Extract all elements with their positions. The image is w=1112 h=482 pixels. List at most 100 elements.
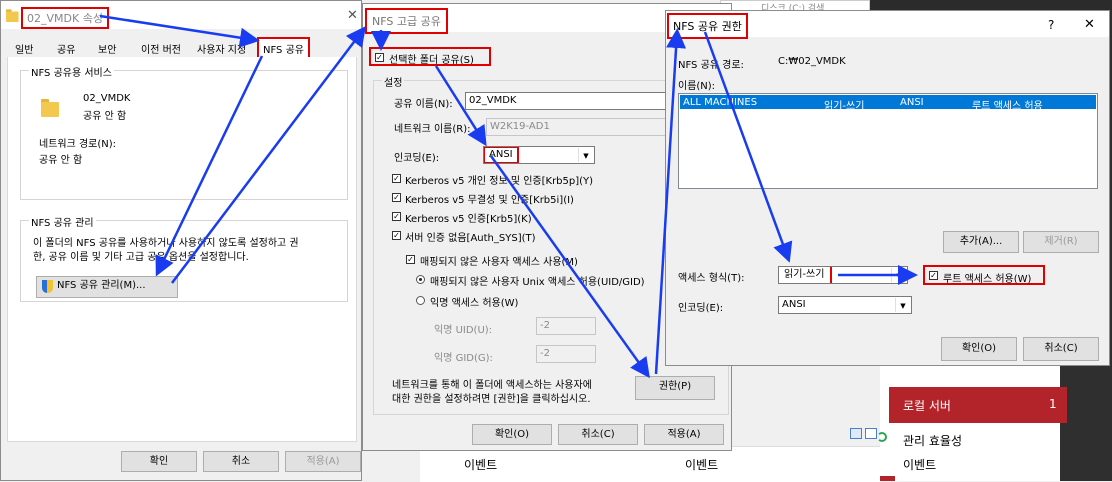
krb5p-checkbox[interactable]: ✓ xyxy=(392,174,401,183)
events-text-right: 이벤트 xyxy=(903,458,937,472)
background-topbar xyxy=(860,0,1112,10)
advanced-ok-button[interactable]: 확인(O) xyxy=(472,424,552,445)
settings-group-label: 설정 xyxy=(382,74,405,89)
root-access-checkbox-row[interactable]: ✓ 루트 액세스 허용(W) xyxy=(923,265,1045,285)
list-item[interactable]: ALL MACHINES 읽기-쓰기 ANSI 루트 액세스 허용 xyxy=(680,95,1096,112)
share-name-label: 공유 이름(N): xyxy=(394,99,453,110)
properties-panel: NFS 공유용 서비스 02_VMDK 공유 안 함 네트워크 경로(N): 공… xyxy=(7,57,357,442)
permissions-description-line1: 네트워크를 통해 이 폴더에 액세스하는 사용자에 xyxy=(392,380,592,391)
chevron-down-icon[interactable]: ▼ xyxy=(891,268,906,282)
chevron-down-icon[interactable]: ▼ xyxy=(895,298,910,312)
shield-icon xyxy=(42,280,53,293)
folder-icon xyxy=(41,97,59,117)
properties-ok-button[interactable]: 확인 xyxy=(121,451,197,472)
anonymous-access-radio[interactable] xyxy=(416,296,425,305)
properties-apply-button[interactable]: 적용(A) xyxy=(285,451,361,472)
row-root-access: 루트 액세스 허용 xyxy=(972,101,1043,112)
folder-status: 공유 안 함 xyxy=(83,111,127,122)
advanced-cancel-button[interactable]: 취소(C) xyxy=(558,424,638,445)
anon-uid-label: 익명 UID(U): xyxy=(434,325,493,336)
unmapped-access-label: 매핑되지 않은 사용자 액세스 사용(M) xyxy=(420,257,578,268)
nfs-permissions-title: NFS 공유 권한 xyxy=(667,13,748,39)
tab-previous-versions[interactable]: 이전 버전 xyxy=(141,41,181,56)
root-access-label: 루트 액세스 허용(W) xyxy=(943,274,1032,285)
row-encoding: ANSI xyxy=(900,97,924,108)
krb5-label: Kerberos v5 인증[Krb5](K) xyxy=(405,214,532,225)
events-text-b: 이벤트 xyxy=(685,458,719,472)
network-path-label: 네트워크 경로(N): xyxy=(39,139,117,150)
auth-sys-label: 서버 인증 없음[Auth_SYS](T) xyxy=(405,233,536,244)
view-toggle-icons[interactable] xyxy=(850,428,880,440)
help-icon[interactable]: ? xyxy=(1048,18,1054,32)
access-type-select[interactable]: 읽기-쓰기 ▼ xyxy=(778,266,908,284)
properties-title: 02_VMDK 속성 xyxy=(21,7,109,29)
permissions-cancel-button[interactable]: 취소(C) xyxy=(1023,337,1099,361)
properties-cancel-button[interactable]: 취소 xyxy=(203,451,279,472)
properties-window: 02_VMDK 속성 ✕ 일반 공유 보안 이전 버전 사용자 지정 NFS 공… xyxy=(0,0,362,481)
add-button[interactable]: 추가(A)... xyxy=(943,231,1019,253)
share-folder-checkbox-row[interactable]: ✓ 선택한 폴더 공유(S) xyxy=(369,47,491,66)
network-path-value: 공유 안 함 xyxy=(39,155,83,166)
root-access-checkbox[interactable]: ✓ xyxy=(929,271,938,280)
nfs-service-group: NFS 공유용 서비스 02_VMDK 공유 안 함 네트워크 경로(N): 공… xyxy=(20,64,348,200)
unix-access-label: 매핑되지 않은 사용자 Unix 액세스 허용(UID/GID) xyxy=(430,277,645,288)
share-path-label: NFS 공유 경로: xyxy=(678,60,744,71)
nfs-service-group-label: NFS 공유용 서비스 xyxy=(29,64,114,79)
tab-strip: 일반 공유 보안 이전 버전 사용자 지정 NFS 공유 xyxy=(7,37,357,60)
mgmt-efficiency-text: 관리 효율성 xyxy=(903,434,963,448)
nfs-mgmt-group-label: NFS 공유 관리 xyxy=(29,214,96,229)
krb5-checkbox[interactable]: ✓ xyxy=(392,212,401,221)
remove-button: 제거(R) xyxy=(1023,231,1099,253)
krb5i-label: Kerberos v5 무결성 및 인증[Krb5i](I) xyxy=(405,195,574,206)
anonymous-access-label: 익명 액세스 허용(W) xyxy=(430,298,519,309)
row-access: 읽기-쓰기 xyxy=(824,101,865,112)
nfs-permissions-titlebar: NFS 공유 권한 ? ✕ xyxy=(666,11,1109,39)
unmapped-access-checkbox[interactable]: ✓ xyxy=(406,255,415,264)
folder-name: 02_VMDK xyxy=(83,93,131,104)
access-type-value: 읽기-쓰기 xyxy=(779,267,833,283)
share-folder-checkbox[interactable]: ✓ xyxy=(375,53,384,62)
properties-titlebar: 02_VMDK 속성 ✕ xyxy=(1,1,361,29)
tab-security[interactable]: 보안 xyxy=(98,41,116,56)
local-server-label: 로컬 서버 xyxy=(903,399,951,413)
encoding-label: 인코딩(E): xyxy=(394,153,440,164)
local-server-count: 1 xyxy=(1049,397,1057,411)
tab-customize[interactable]: 사용자 지정 xyxy=(197,41,246,56)
perm-encoding-value: ANSI xyxy=(782,299,806,310)
permissions-ok-button[interactable]: 확인(O) xyxy=(941,337,1017,361)
nfs-share-management-button[interactable]: NFS 공유 관리(M)... xyxy=(36,276,178,298)
tab-sharing[interactable]: 공유 xyxy=(57,41,75,56)
encoding-select[interactable]: ANSI ▼ xyxy=(483,146,595,164)
chevron-down-icon[interactable]: ▼ xyxy=(578,148,593,162)
detail-view-icon[interactable] xyxy=(865,428,877,439)
permissions-button[interactable]: 권한(P) xyxy=(635,376,715,400)
advanced-apply-button[interactable]: 적용(A) xyxy=(644,424,724,445)
nfs-mgmt-group: NFS 공유 관리 이 폴더의 NFS 공유를 사용하거나 사용하지 않도록 설… xyxy=(20,214,348,302)
close-icon[interactable]: ✕ xyxy=(1084,17,1095,32)
krb5p-label: Kerberos v5 개인 정보 및 인증[Krb5p](Y) xyxy=(405,176,594,187)
share-folder-label: 선택한 폴더 공유(S) xyxy=(389,55,474,66)
krb5i-checkbox[interactable]: ✓ xyxy=(392,193,401,202)
anon-gid-input: -2 xyxy=(536,345,596,363)
anon-uid-input: -2 xyxy=(536,317,596,335)
events-text-a: 이벤트 xyxy=(464,458,498,472)
auth-sys-checkbox[interactable]: ✓ xyxy=(392,231,401,240)
local-server-tile[interactable]: 로컬 서버 1 xyxy=(889,387,1067,423)
names-list[interactable]: ALL MACHINES 읽기-쓰기 ANSI 루트 액세스 허용 xyxy=(678,93,1098,189)
share-path-value: C:₩02_VMDK xyxy=(778,56,846,67)
folder-title-icon xyxy=(6,8,19,22)
access-type-label: 액세스 형식(T): xyxy=(678,273,745,284)
close-icon[interactable]: ✕ xyxy=(347,8,358,23)
mgmt-description-line2: 한, 공유 이름 및 기타 고급 공유 옵션을 설정합니다. xyxy=(33,252,249,263)
unix-access-radio[interactable] xyxy=(416,275,425,284)
encoding-select-value: ANSI xyxy=(484,147,519,163)
tab-general[interactable]: 일반 xyxy=(15,41,33,56)
network-name-label: 네트워크 이름(R): xyxy=(394,124,471,135)
list-view-icon[interactable] xyxy=(850,428,862,439)
row-name: ALL MACHINES xyxy=(683,97,758,108)
mgmt-description-line1: 이 폴더의 NFS 공유를 사용하거나 사용하지 않도록 설정하고 권 xyxy=(33,238,299,249)
permissions-description-line2: 대한 권한을 설정하려면 [권한]을 클릭하십시오. xyxy=(392,394,591,405)
nfs-share-management-label: NFS 공유 관리(M)... xyxy=(57,280,146,291)
perm-encoding-select[interactable]: ANSI ▼ xyxy=(778,296,912,314)
nfs-permissions-window: NFS 공유 권한 ? ✕ NFS 공유 경로: C:₩02_VMDK 이름(N… xyxy=(665,10,1110,366)
